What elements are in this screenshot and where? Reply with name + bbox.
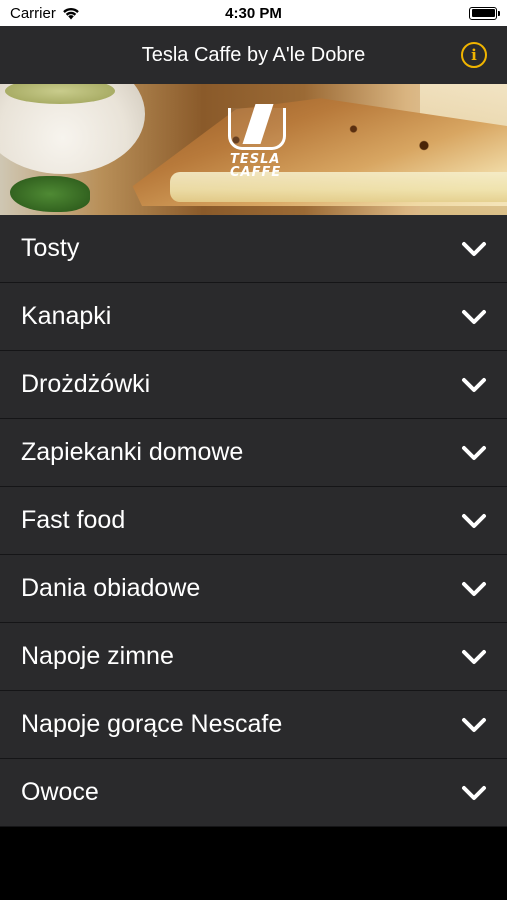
banner-leaf — [10, 176, 90, 212]
menu-item-label: Tosty — [21, 234, 80, 262]
chevron-down-icon — [462, 649, 486, 664]
menu-item-label: Napoje gorące Nescafe — [21, 710, 283, 738]
status-bar: Carrier 4:30 PM — [0, 0, 507, 26]
menu-category-list: Tosty Kanapki Drożdżówki Zapiekanki domo… — [0, 215, 507, 827]
chevron-down-icon — [462, 513, 486, 528]
status-left: Carrier — [10, 5, 80, 22]
menu-item-kanapki[interactable]: Kanapki — [0, 283, 507, 351]
menu-item-drozdzowki[interactable]: Drożdżówki — [0, 351, 507, 419]
menu-item-label: Napoje zimne — [21, 642, 174, 670]
info-icon: i — [471, 46, 477, 64]
menu-item-label: Dania obiadowe — [21, 574, 201, 602]
chevron-down-icon — [462, 581, 486, 596]
logo-cup-icon — [228, 108, 286, 150]
battery-icon — [469, 6, 500, 20]
menu-item-label: Kanapki — [21, 302, 112, 330]
menu-item-fast-food[interactable]: Fast food — [0, 487, 507, 555]
page-title: Tesla Caffe by A'le Dobre — [141, 43, 366, 66]
chevron-down-icon — [462, 445, 486, 460]
menu-item-zapiekanki-domowe[interactable]: Zapiekanki domowe — [0, 419, 507, 487]
chevron-down-icon — [462, 785, 486, 800]
menu-item-label: Owoce — [21, 778, 99, 806]
info-button[interactable]: i — [461, 42, 487, 68]
chevron-down-icon — [462, 717, 486, 732]
wifi-icon — [63, 7, 79, 19]
chevron-down-icon — [462, 377, 486, 392]
empty-background — [0, 827, 507, 900]
banner-cheese — [170, 172, 507, 202]
header-banner-image: TESLA CAFFE — [0, 84, 507, 215]
menu-item-owoce[interactable]: Owoce — [0, 759, 507, 827]
logo-text-line2: CAFFE — [230, 165, 282, 180]
chevron-down-icon — [462, 241, 486, 256]
battery-level — [471, 9, 495, 17]
menu-item-label: Zapiekanki domowe — [21, 438, 244, 466]
chevron-down-icon — [462, 309, 486, 324]
tesla-caffe-logo: TESLA CAFFE — [226, 108, 286, 179]
menu-item-label: Drożdżówki — [21, 370, 151, 398]
menu-item-dania-obiadowe[interactable]: Dania obiadowe — [0, 555, 507, 623]
menu-item-tosty[interactable]: Tosty — [0, 215, 507, 283]
menu-item-napoje-gorace-nescafe[interactable]: Napoje gorące Nescafe — [0, 691, 507, 759]
nav-bar: Tesla Caffe by A'le Dobre i — [0, 26, 507, 84]
carrier-label: Carrier — [10, 4, 56, 22]
menu-item-napoje-zimne[interactable]: Napoje zimne — [0, 623, 507, 691]
menu-item-label: Fast food — [21, 506, 126, 534]
